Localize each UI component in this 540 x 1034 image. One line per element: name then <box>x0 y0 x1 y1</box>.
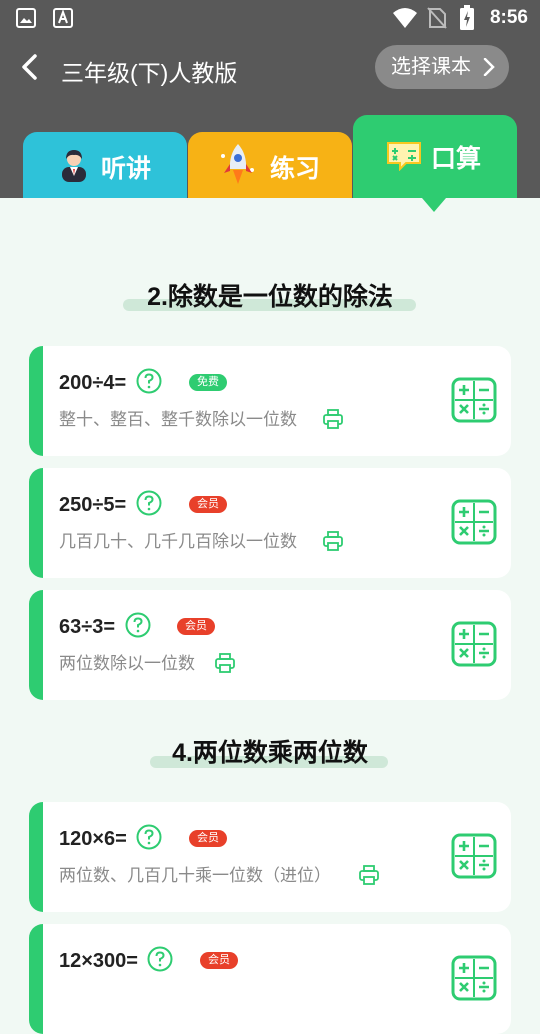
card-accent-bar <box>29 346 43 456</box>
question-help-icon[interactable] <box>125 612 151 638</box>
calculator-board-icon <box>387 142 421 171</box>
teacher-icon <box>62 150 86 182</box>
card-accent-bar <box>29 468 43 578</box>
battery-icon <box>460 5 474 30</box>
tab-practice[interactable]: 练习 <box>188 132 352 198</box>
exercise-expression: 250÷5= <box>59 494 127 516</box>
exercise-expression: 63÷3= <box>59 616 116 638</box>
print-icon[interactable] <box>214 652 236 674</box>
card-accent-bar <box>29 802 43 912</box>
exercise-expression: 120×6= <box>59 828 127 850</box>
exercise-card[interactable]: 250÷5= 会员 几百几十、几千几百除以一位数 <box>29 468 511 578</box>
calculator-icon[interactable] <box>451 621 497 667</box>
exercise-card[interactable]: 120×6= 会员 两位数、几百几十乘一位数（进位） <box>29 802 511 912</box>
select-textbook-label: 选择课本 <box>391 56 471 78</box>
question-help-icon[interactable] <box>147 946 173 972</box>
free-badge: 免费 <box>189 374 227 391</box>
wifi-icon <box>393 8 417 28</box>
calculator-icon[interactable] <box>451 499 497 545</box>
member-badge: 会员 <box>189 830 227 847</box>
font-icon <box>53 8 73 28</box>
print-icon[interactable] <box>322 530 344 552</box>
page-title: 三年级(下)人教版 <box>61 60 238 86</box>
active-tab-pointer <box>422 198 446 212</box>
tab-practice-label: 练习 <box>270 155 321 183</box>
no-sim-icon <box>427 7 447 29</box>
exercise-description: 两位数除以一位数 <box>59 654 195 673</box>
status-time: 8:56 <box>489 7 528 28</box>
tab-mental-math[interactable]: 口算 <box>353 115 517 198</box>
select-textbook-button[interactable]: 选择课本 <box>375 45 509 89</box>
section-title: 4.两位数乘两位数 <box>172 739 368 767</box>
gallery-icon <box>16 8 36 28</box>
back-arrow-icon[interactable] <box>16 52 46 82</box>
member-badge: 会员 <box>177 618 215 635</box>
status-bar: 8:56 <box>0 0 540 36</box>
calculator-icon[interactable] <box>451 377 497 423</box>
chevron-right-icon <box>483 58 495 76</box>
exercise-card[interactable]: 12×300= 会员 <box>29 924 511 1034</box>
question-help-icon[interactable] <box>136 368 162 394</box>
member-badge: 会员 <box>189 496 227 513</box>
member-badge: 会员 <box>200 952 238 969</box>
app-header: 8:56 三年级(下)人教版 选择课本 听讲 练习 口算 <box>0 0 540 198</box>
calculator-icon[interactable] <box>451 833 497 879</box>
tab-mental-math-label: 口算 <box>431 145 482 173</box>
exercise-description: 几百几十、几千几百除以一位数 <box>59 532 297 551</box>
calculator-icon[interactable] <box>451 955 497 1001</box>
section-title: 2.除数是一位数的除法 <box>147 283 393 311</box>
exercise-card[interactable]: 200÷4= 免费 整十、整百、整千数除以一位数 <box>29 346 511 456</box>
print-icon[interactable] <box>322 408 344 430</box>
print-icon[interactable] <box>358 864 380 886</box>
rocket-icon <box>221 144 254 184</box>
question-help-icon[interactable] <box>136 824 162 850</box>
card-accent-bar <box>29 590 43 700</box>
tab-lecture[interactable]: 听讲 <box>23 132 187 198</box>
exercise-description: 整十、整百、整千数除以一位数 <box>59 410 297 429</box>
exercise-expression: 200÷4= <box>59 372 127 394</box>
exercise-card[interactable]: 63÷3= 会员 两位数除以一位数 <box>29 590 511 700</box>
exercise-expression: 12×300= <box>59 950 138 972</box>
card-accent-bar <box>29 924 43 1034</box>
question-help-icon[interactable] <box>136 490 162 516</box>
exercise-description: 两位数、几百几十乘一位数（进位） <box>59 866 331 885</box>
tab-lecture-label: 听讲 <box>101 155 152 183</box>
